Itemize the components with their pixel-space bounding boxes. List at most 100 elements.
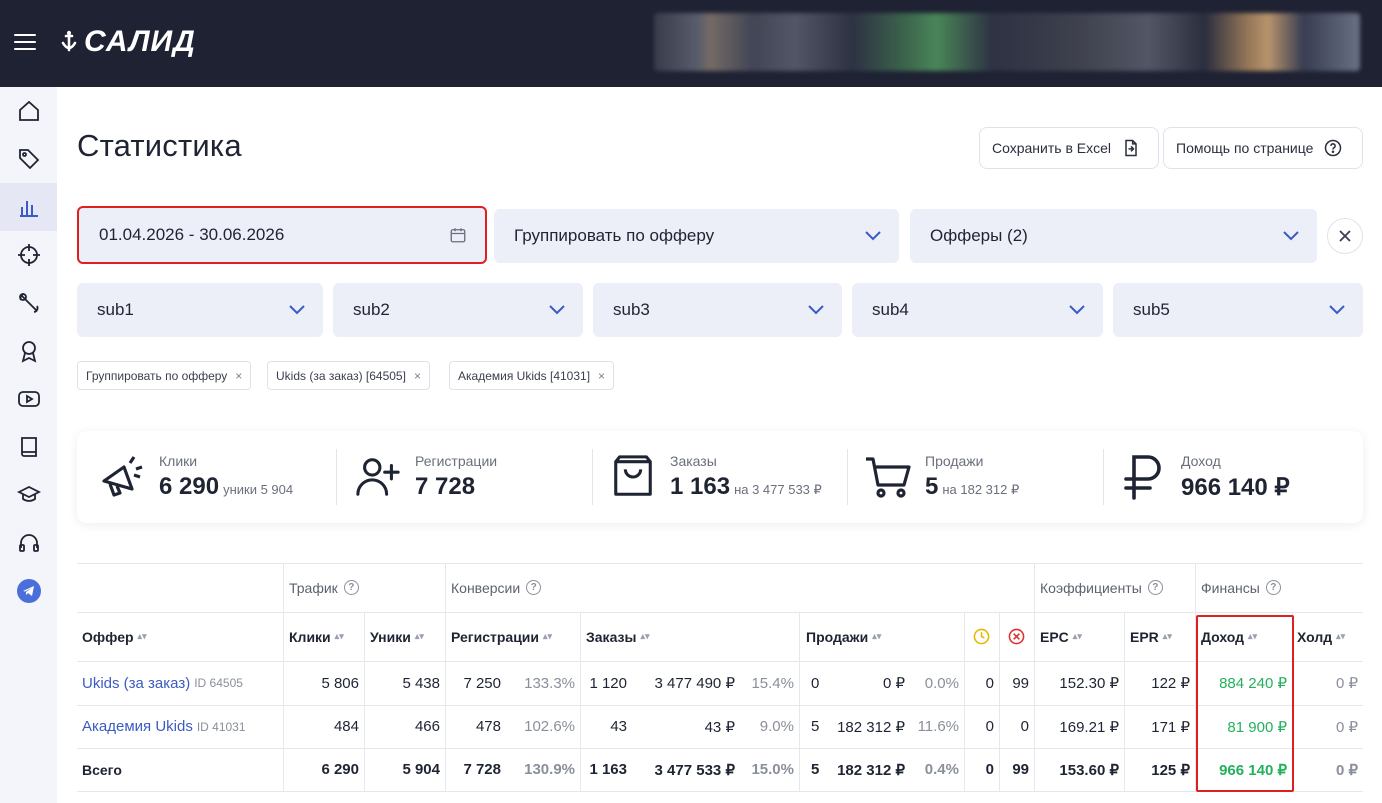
sales-pct-cell: 0.0% — [924, 674, 959, 692]
col-divider — [445, 563, 446, 791]
offer-link[interactable]: Ukids (за заказ) — [82, 675, 190, 692]
chip-remove-icon[interactable]: × — [235, 369, 242, 383]
shopping-bag-icon — [608, 452, 658, 502]
offers-select[interactable]: Офферы (2) — [910, 209, 1317, 263]
total-registrations-pct: 130.9% — [524, 761, 575, 778]
sort-icon: ▴▾ — [1072, 631, 1082, 641]
total-orders-sum: 3 477 533 ₽ — [654, 761, 735, 779]
col-divider — [1124, 612, 1125, 791]
sub1-select[interactable]: sub1 — [77, 283, 323, 337]
col-header-sales[interactable]: Продажи ▴▾ — [806, 612, 881, 661]
stat-registrations: Регистрации 7 728 — [353, 431, 497, 523]
epr-cell: 171 ₽ — [1151, 718, 1190, 736]
total-clicks: 6 290 — [321, 761, 359, 778]
total-hold: 0 ₽ — [1335, 761, 1358, 779]
col-header-clicks-label: Клики — [289, 628, 331, 645]
sales-sum-cell: 0 ₽ — [882, 675, 905, 692]
total-sales-pct: 0.4% — [924, 761, 959, 778]
col-header-offer-label: Оффер — [82, 628, 134, 645]
stat-orders: Заказы 1 163 на 3 477 533 ₽ — [608, 431, 822, 523]
offer-link[interactable]: Академия Ukids — [82, 718, 193, 735]
graduation-cap-icon[interactable] — [0, 471, 57, 519]
offer-cell[interactable]: Ukids (за заказ) ID 64505 — [82, 661, 243, 705]
help-icon[interactable]: ? — [1265, 580, 1281, 595]
filter-chip: Группировать по офферу × — [77, 361, 252, 390]
logo[interactable]: САЛИД — [58, 24, 196, 60]
chip-remove-icon[interactable]: × — [414, 369, 421, 383]
rejected-cell: 0 — [1020, 718, 1029, 735]
chip-remove-icon[interactable]: × — [598, 369, 605, 383]
total-uniques: 5 904 — [402, 761, 440, 778]
telegram-icon[interactable] — [0, 567, 57, 615]
statistics-icon[interactable] — [0, 183, 57, 231]
sort-icon: ▴▾ — [414, 631, 424, 641]
profile-area-blurred[interactable] — [654, 13, 1360, 71]
total-orders-pct: 15.0% — [751, 761, 794, 778]
offer-cell[interactable]: Академия Ukids ID 41031 — [82, 705, 246, 748]
target-icon[interactable] — [0, 231, 57, 279]
tools-icon[interactable] — [0, 279, 57, 327]
sort-icon: ▴▾ — [543, 631, 553, 641]
date-range-picker[interactable]: 01.04.2026 - 30.06.2026 — [77, 206, 487, 264]
tag-icon[interactable] — [0, 135, 57, 183]
sub3-select[interactable]: sub3 — [593, 283, 842, 337]
stat-clicks-value: 6 290 — [159, 473, 220, 500]
sub4-select[interactable]: sub4 — [852, 283, 1103, 337]
orders-cell: 43 — [610, 718, 627, 735]
col-header-orders[interactable]: Заказы ▴▾ — [586, 612, 649, 661]
total-epc: 153.60 ₽ — [1059, 761, 1119, 779]
book-icon[interactable] — [0, 423, 57, 471]
sort-icon: ▴▾ — [137, 631, 147, 641]
uniques-cell: 5 438 — [402, 674, 440, 692]
uniques-cell: 466 — [414, 718, 440, 735]
headphones-icon[interactable] — [0, 519, 57, 567]
income-cell: 884 240 ₽ — [1219, 675, 1287, 692]
home-icon[interactable] — [0, 87, 57, 135]
col-header-income[interactable]: Доход ▴▾ — [1201, 612, 1257, 661]
rejected-cell: 99 — [1012, 674, 1029, 692]
total-pending: 0 — [985, 761, 994, 778]
col-header-epr[interactable]: EPR ▴▾ — [1130, 612, 1172, 661]
sub2-select[interactable]: sub2 — [333, 283, 583, 337]
col-header-offer[interactable]: Оффер ▴▾ — [82, 612, 147, 661]
chevron-down-icon — [289, 305, 305, 315]
chevron-down-icon — [865, 231, 881, 241]
pending-clock-icon — [973, 612, 990, 661]
col-header-uniques[interactable]: Уники ▴▾ — [370, 612, 424, 661]
col-header-epc[interactable]: EPC ▴▾ — [1040, 612, 1082, 661]
filter-chip: Академия Ukids [41031] × — [449, 361, 615, 390]
stat-income: Доход 966 140 ₽ — [1119, 431, 1290, 523]
sales-cell: 0 — [811, 674, 820, 692]
stats-summary-card: Клики 6 290 уники 5 904 Регистрации 7 728… — [77, 431, 1363, 523]
chevron-down-icon — [808, 305, 824, 315]
export-excel-button[interactable]: Сохранить в Excel — [979, 127, 1159, 169]
col-header-hold[interactable]: Холд ▴▾ — [1297, 612, 1345, 661]
clear-filters-button[interactable] — [1327, 218, 1363, 254]
chevron-down-icon — [549, 305, 565, 315]
help-icon[interactable]: ? — [1147, 580, 1163, 595]
sort-icon: ▴▾ — [1162, 631, 1172, 641]
col-header-epc-label: EPC — [1040, 628, 1069, 645]
stat-income-label: Доход — [1181, 452, 1221, 469]
award-icon[interactable] — [0, 327, 57, 375]
orders-cell: 1 120 — [589, 674, 627, 692]
stat-clicks-sub: уники 5 904 — [223, 482, 294, 497]
calendar-icon — [450, 228, 466, 243]
stat-income-value: 966 140 ₽ — [1181, 473, 1290, 501]
orders-pct-cell: 15.4% — [751, 674, 794, 692]
sub5-select[interactable]: sub5 — [1113, 283, 1363, 337]
group-conversions: Конверсии? — [451, 563, 542, 612]
group-by-select[interactable]: Группировать по офферу — [494, 209, 899, 263]
help-icon[interactable]: ? — [343, 580, 359, 595]
menu-icon[interactable] — [14, 33, 36, 51]
stat-registrations-value: 7 728 — [415, 473, 476, 500]
col-header-registrations[interactable]: Регистрации ▴▾ — [451, 612, 552, 661]
total-orders: 1 163 — [589, 761, 627, 778]
total-income: 966 140 ₽ — [1219, 761, 1287, 779]
video-icon[interactable] — [0, 375, 57, 423]
export-icon — [1125, 139, 1137, 157]
page-help-button[interactable]: Помощь по странице — [1163, 127, 1363, 169]
help-icon[interactable]: ? — [526, 580, 542, 595]
col-header-registrations-label: Регистрации — [451, 628, 540, 645]
col-header-clicks[interactable]: Клики ▴▾ — [289, 612, 344, 661]
